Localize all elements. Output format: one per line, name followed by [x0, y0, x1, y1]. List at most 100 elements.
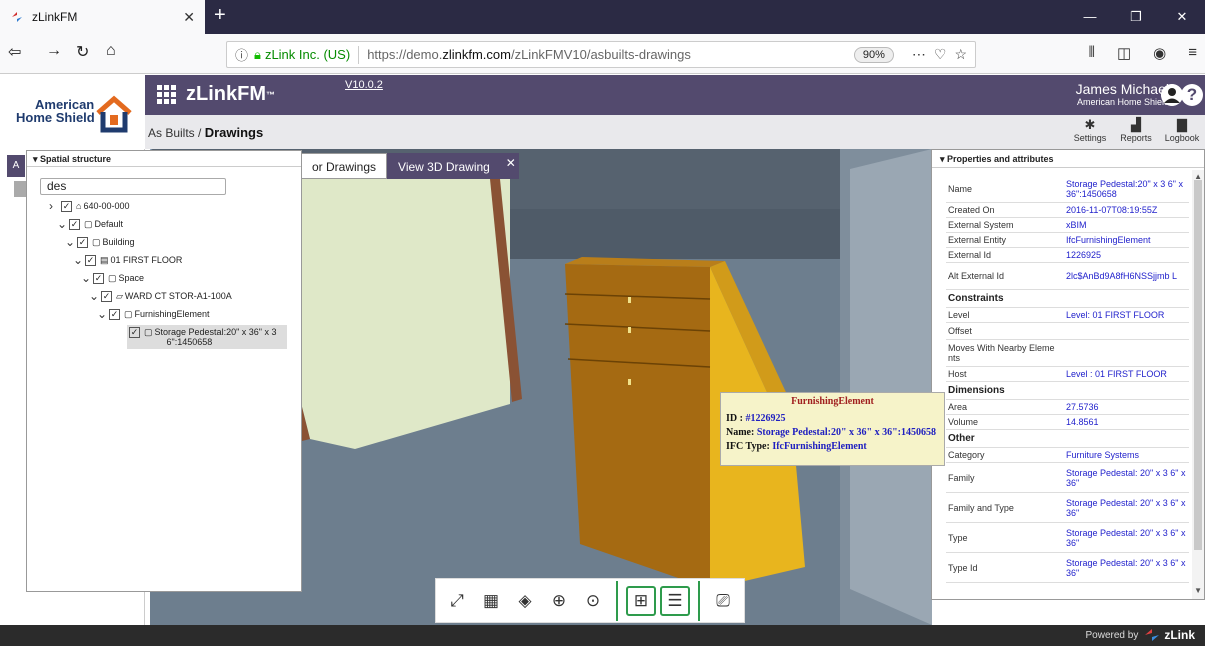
tree-checkbox[interactable]: ✓ [101, 291, 112, 302]
prop-row: Volume 14.8561 [946, 415, 1189, 430]
tree-search-input[interactable]: des [40, 178, 226, 195]
bookmark-star-icon[interactable]: ☆ [954, 46, 967, 63]
layers-button[interactable]: ◈ [510, 586, 540, 616]
version-link[interactable]: V10.0.2 [345, 79, 383, 91]
collapse-icon[interactable]: ⌄ [73, 254, 85, 266]
scroll-down-icon[interactable]: ▼ [1194, 586, 1202, 595]
properties-header[interactable]: ▾ Properties and attributes [932, 150, 1204, 168]
prop-row: External Id 1226925 [946, 248, 1189, 263]
zoom-badge[interactable]: 90% [853, 46, 894, 63]
tooltip-name: Name: Storage Pedestal:20" x 36" x 36":1… [726, 427, 936, 438]
collapse-icon[interactable]: ⌄ [57, 218, 69, 230]
user-info[interactable]: James Michael American Home Shield [1076, 81, 1169, 107]
side-tab-sub[interactable] [14, 181, 26, 197]
tree-checkbox[interactable]: ✓ [85, 255, 96, 266]
window-controls: — ❐ ✕ [1067, 0, 1205, 34]
side-tab[interactable]: A [7, 155, 25, 177]
tab-close-icon[interactable]: ✕ [183, 9, 195, 26]
camera-icon: ⎚ [716, 590, 730, 610]
collapse-icon[interactable]: ⌄ [81, 272, 93, 284]
menu-icon[interactable]: ≡ [1188, 44, 1197, 62]
collapse-icon[interactable]: ⌄ [97, 308, 109, 320]
brand-tm: ™ [266, 89, 275, 100]
tree-checkbox[interactable]: ✓ [77, 237, 88, 248]
tab-title: zLinkFM [32, 10, 78, 24]
fullscreen-button[interactable]: ⤢ [442, 586, 472, 616]
prop-row: Moves With Nearby Eleme nts [946, 340, 1189, 367]
tree-node-building[interactable]: ⌄ ✓ ▢ Building [65, 236, 135, 248]
properties-panel: ▾ Properties and attributes Name Storage … [931, 149, 1205, 600]
camera-button[interactable]: ⎚ [708, 586, 738, 616]
settings-button[interactable]: ✱ Settings [1067, 117, 1113, 143]
element-tooltip: FurnishingElement ID : #1226925 Name: St… [720, 392, 945, 466]
lock-icon[interactable]: 🔒︎ [254, 47, 261, 63]
url-bar[interactable]: ⓘ 🔒︎ zLink Inc. (US) https://demo.zlinkf… [226, 41, 976, 68]
close-tab-icon[interactable]: ✕ [506, 150, 516, 176]
home-button[interactable]: ⌂ [106, 42, 116, 60]
reload-button[interactable]: ↻ [76, 42, 89, 62]
browser-tab[interactable]: zLinkFM ✕ [0, 0, 205, 34]
reports-button[interactable]: ▟ Reports [1113, 117, 1159, 143]
forward-button[interactable]: → [46, 42, 62, 60]
properties-button[interactable]: ☰ [660, 585, 690, 616]
company-logo[interactable]: American Home Shield [0, 75, 145, 149]
tooltip-type: IFC Type: IfcFurnishingElement [726, 441, 867, 452]
pocket-icon[interactable]: ♡ [934, 46, 947, 63]
prop-row: Family and Type Storage Pedestal: 20" x 3… [946, 493, 1189, 523]
sidebar-icon[interactable]: ◫ [1117, 44, 1131, 62]
prop-row: External Entity IfcFurnishingElement [946, 233, 1189, 248]
logbook-button[interactable]: ▇ Logbook [1159, 117, 1205, 143]
scroll-up-icon[interactable]: ▲ [1194, 172, 1202, 181]
app-brand[interactable]: zLinkFM ™ [157, 83, 275, 106]
app-top-bar: zLinkFM ™ V10.0.2 James Michael American … [145, 75, 1205, 115]
help-icon[interactable]: ? [1181, 84, 1203, 106]
page-actions-icon[interactable]: ⋯ [912, 46, 926, 63]
tree-node-room[interactable]: ⌄ ✓ ▱ WARD CT STOR-A1-100A [89, 290, 232, 302]
expand-icon[interactable]: › [49, 200, 61, 212]
spatial-tree-button[interactable]: ⊞ [626, 585, 656, 616]
close-window-button[interactable]: ✕ [1159, 0, 1205, 34]
library-icon[interactable]: ⫴ [1089, 44, 1095, 62]
new-tab-button[interactable]: + [214, 4, 226, 27]
prop-row: Family Storage Pedestal: 20" x 3 6" x 36" [946, 463, 1189, 493]
app-grid-icon[interactable] [157, 85, 176, 104]
tree-node-storage-pedestal[interactable]: ✓ ▢ Storage Pedestal:20" x 36" x 3 6":14506… [127, 325, 287, 349]
tree-node-default[interactable]: ⌄ ✓ ▢ Default [57, 218, 123, 230]
spatial-panel-header[interactable]: ▾ Spatial structure [27, 151, 301, 167]
floor-icon: ▤ [100, 255, 109, 265]
extension-icon[interactable]: ◉ [1153, 44, 1166, 62]
collapse-icon[interactable]: ⌄ [65, 236, 77, 248]
tree-checkbox[interactable]: ✓ [61, 201, 72, 212]
zlink-favicon-icon [12, 12, 22, 22]
scrollbar-thumb[interactable] [1194, 180, 1202, 550]
section-dimensions: Dimensions [946, 382, 1189, 400]
breadcrumb-parent[interactable]: As Builts / [148, 126, 205, 140]
powered-by: Powered by zLink [1085, 628, 1195, 642]
building-button[interactable]: ▦ [476, 586, 506, 616]
tab-drawings[interactable]: or Drawings [301, 153, 388, 179]
url-text[interactable]: https://demo.zlinkfm.com/zLinkFMV10/asbu… [367, 47, 854, 62]
restore-button[interactable]: ❐ [1113, 0, 1159, 34]
tree-checkbox[interactable]: ✓ [69, 219, 80, 230]
tree-node-space[interactable]: ⌄ ✓ ▢ Space [81, 272, 144, 284]
collapse-icon[interactable]: ⌄ [89, 290, 101, 302]
tree-checkbox[interactable]: ✓ [93, 273, 104, 284]
app-header: American Home Shield zLinkFM ™ V10.0.2 Ja… [0, 75, 1205, 149]
minimize-button[interactable]: — [1067, 0, 1113, 34]
tree-node-site[interactable]: › ✓ ⌂ 640-00-000 [49, 200, 129, 212]
location-button[interactable]: ⊙ [578, 586, 608, 616]
zoom-extents-button[interactable]: ⊕ [544, 586, 574, 616]
logo-line-2: Home Shield [16, 110, 95, 125]
tree-checkbox[interactable]: ✓ [129, 327, 140, 338]
back-button[interactable]: ⇦ [8, 42, 21, 62]
home-icon: ⌂ [76, 201, 82, 211]
tree-checkbox[interactable]: ✓ [109, 309, 120, 320]
viewer-toolbar: ⤢ ▦ ◈ ⊕ ⊙ ⊞ ☰ ⎚ [435, 578, 745, 623]
tab-view-3d[interactable]: View 3D Drawing ✕ [387, 153, 519, 179]
tree-node-floor[interactable]: ⌄ ✓ ▤ 01 FIRST FLOOR [73, 254, 182, 266]
avatar-icon[interactable] [1161, 84, 1183, 106]
info-icon[interactable]: ⓘ [235, 45, 248, 64]
tree-node-furnishing[interactable]: ⌄ ✓ ▢ FurnishingElement [97, 308, 210, 320]
chart-icon: ▟ [1131, 117, 1141, 132]
prop-row: Level Level: 01 FIRST FLOOR [946, 308, 1189, 323]
